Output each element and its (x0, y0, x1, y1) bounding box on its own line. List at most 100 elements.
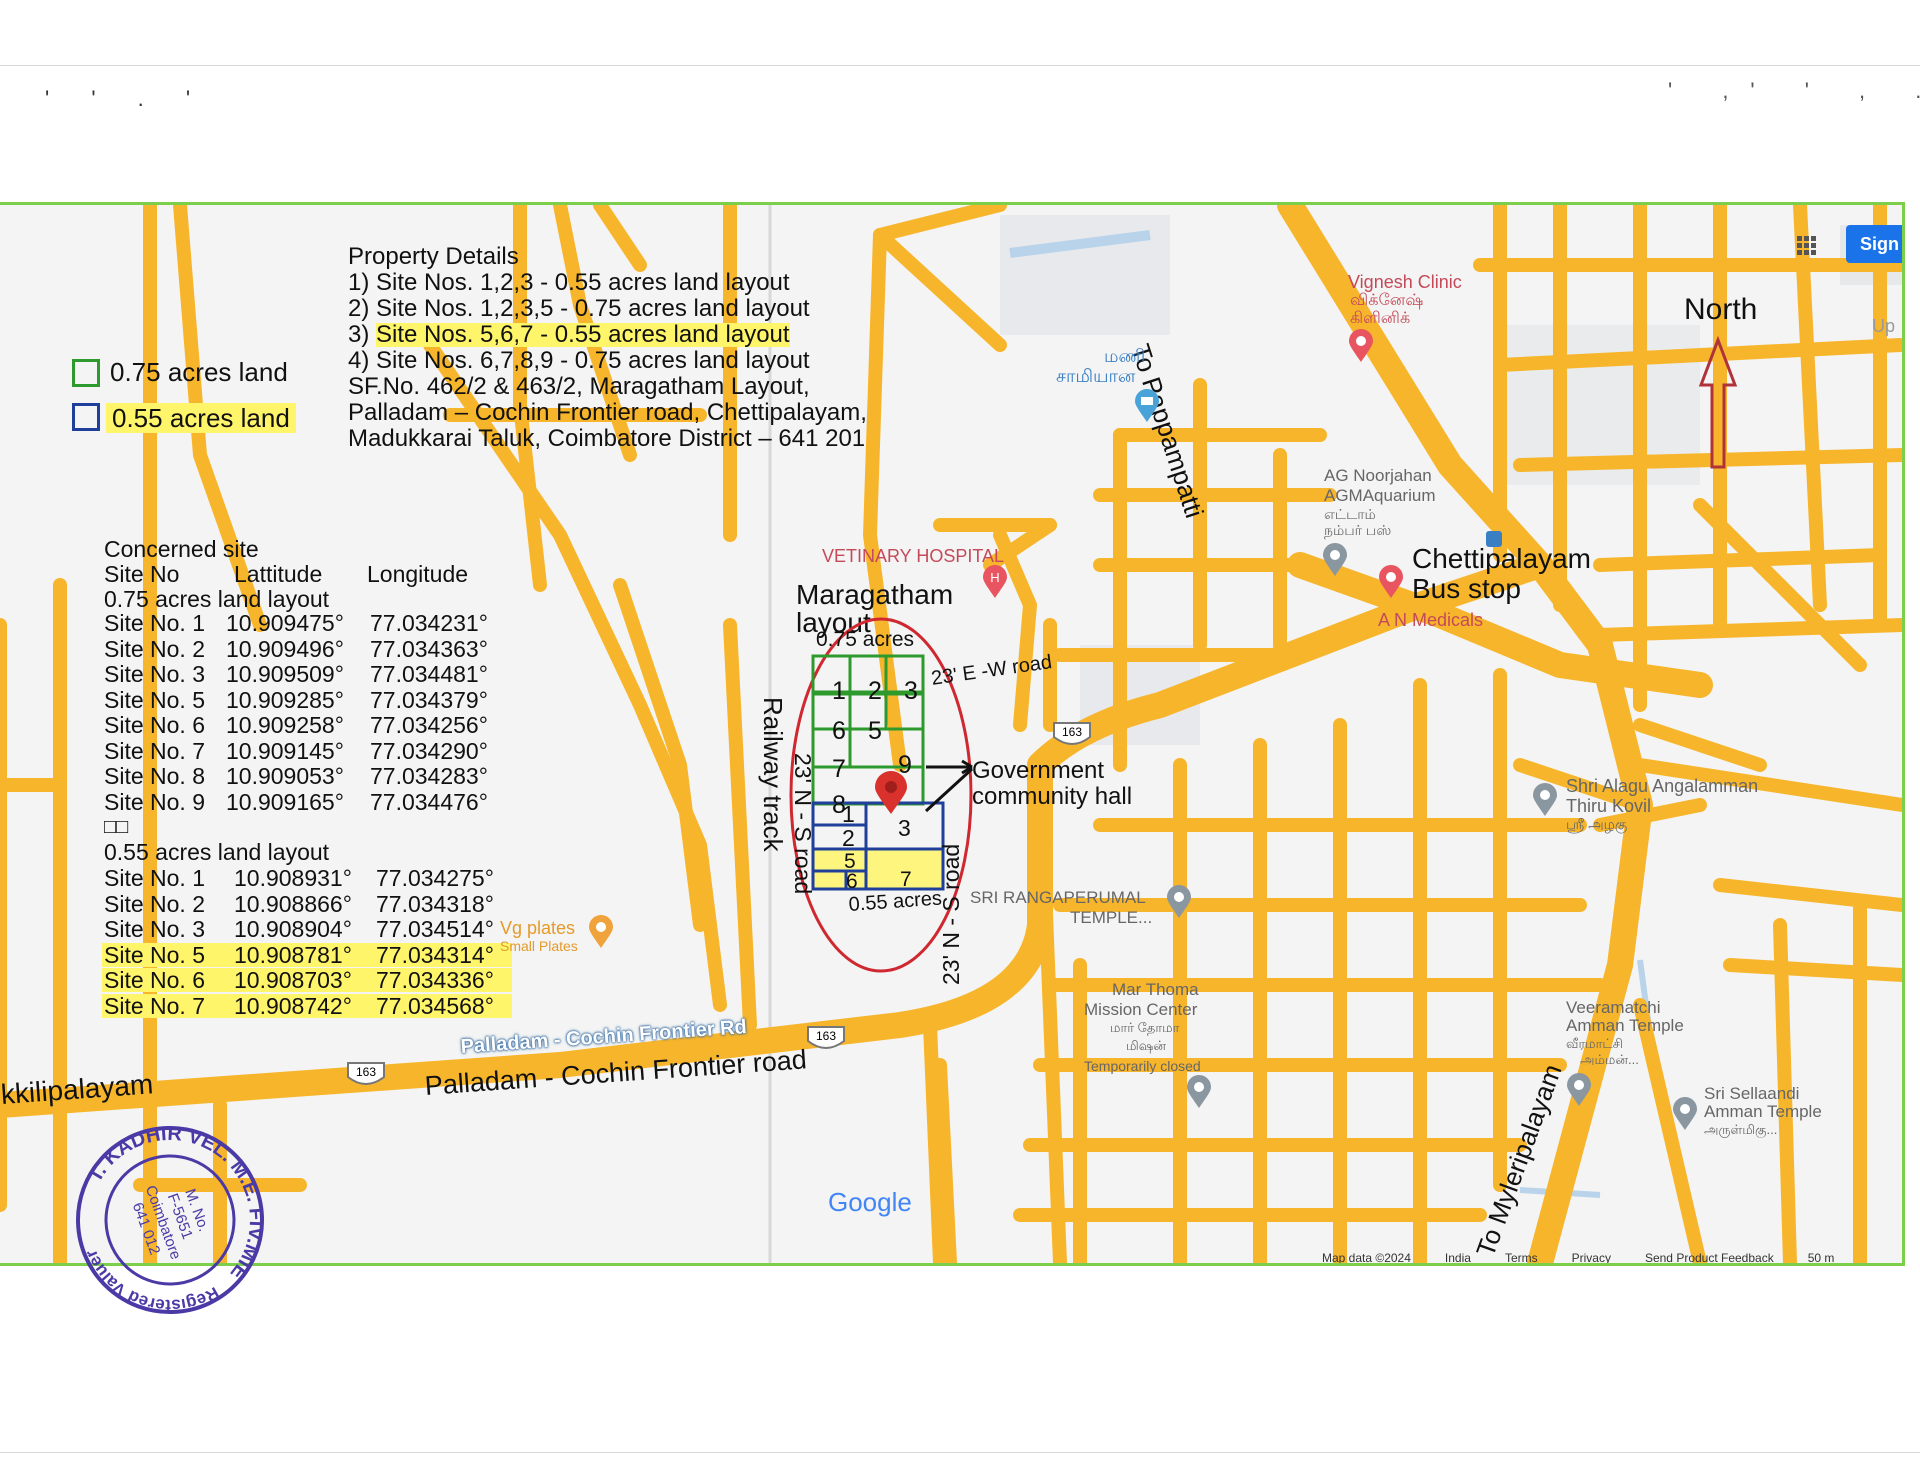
map-footer-item[interactable]: Map data ©2024 (1322, 1251, 1411, 1263)
sellaandi-tamil: அருள்மிகு... (1704, 1122, 1778, 1137)
vignesh-clinic-tamil-2: கிளினிக் (1350, 310, 1411, 327)
legend-blue-swatch (72, 403, 100, 431)
vet-hospital-label: VETINARY HOSPITAL (822, 546, 1005, 566)
top-rule (0, 65, 1920, 66)
svg-text:163: 163 (1062, 725, 1082, 739)
coord-site-no: Site No. 9 (104, 788, 205, 815)
ns-road-east-label: 23' N - S road (938, 843, 964, 985)
scan-mark-left: ' ' . ' (45, 86, 209, 111)
temple-pin-icon[interactable] (1166, 885, 1192, 919)
vignesh-clinic-label: Vignesh Clinic (1348, 272, 1462, 292)
plot-blue-2: 2 (842, 825, 855, 851)
temple-pin-icon[interactable] (1532, 783, 1558, 817)
coord-site-no: Site No. 5 (104, 686, 205, 713)
coord-longitude: 77.034290° (370, 737, 488, 764)
mar-thoma-status: Temporarily closed (1084, 1058, 1201, 1074)
property-title: Property Details (348, 243, 519, 270)
bus-stop-label: Bus stop (1412, 573, 1521, 604)
plot-green-2: 2 (868, 677, 882, 705)
plot-yellow-5: 5 (844, 850, 856, 873)
coord-latitude: 10.909285° (226, 686, 344, 713)
vg-plates-label: Vg plates (500, 918, 576, 938)
coord-site-no: Site No. 8 (104, 763, 205, 789)
valuer-stamp: T. KADHIR VEL. M.E. FIV.MIE Registered V… (70, 1110, 270, 1325)
coord-longitude: 77.034275° (376, 865, 494, 891)
gov-hall-label-2: community hall (972, 783, 1133, 810)
plot-green-3: 3 (904, 677, 918, 705)
vg-small-plates-label: Small Plates (500, 938, 578, 954)
plot-yellow-6: 6 (846, 870, 858, 893)
veeramatchi-tamil-2: அம்மன்... (1580, 1052, 1639, 1067)
clinic-pin-icon[interactable] (1348, 329, 1374, 363)
apps-grid-icon[interactable] (1796, 235, 1818, 257)
property-line-3: 3) Site Nos. 5,6,7 - 0.55 acres land lay… (348, 321, 790, 348)
coord-longitude: 77.034336° (376, 967, 494, 993)
coord-longitude: 77.034231° (370, 610, 488, 636)
ns-road-west-label: 23' N - S road (790, 753, 816, 895)
property-line-2: 2) Site Nos. 1,2,3,5 - 0.75 acres land l… (348, 295, 810, 322)
mani-tamil-1: மணி (1104, 346, 1146, 366)
coord-longitude: 77.034514° (376, 916, 494, 942)
coord-longitude: 77.034256° (370, 712, 488, 738)
coord-longitude: 77.034283° (370, 763, 488, 789)
shield-163-icon: 163 (1053, 722, 1091, 745)
bus-stop-name: Chettipalayam (1412, 543, 1591, 574)
plot-green-7: 7 (832, 755, 846, 783)
map-footer-item[interactable]: Send Product Feedback (1645, 1251, 1774, 1263)
veeramatchi-label-1: Veeramatchi (1566, 998, 1661, 1017)
gov-hall-pointer-arrows (924, 759, 974, 813)
coord-site-no: Site No. 7 (104, 737, 205, 764)
sellaandi-label-1: Sri Sellaandi (1704, 1084, 1800, 1103)
property-line-1: 1) Site Nos. 1,2,3 - 0.55 acres land lay… (348, 269, 790, 296)
plot-blue-3: 3 (898, 815, 911, 841)
legend-green-label: 0.75 acres land (110, 357, 288, 387)
map-footer-item[interactable]: 50 m (1808, 1251, 1835, 1263)
coord-latitude: 10.908904° (234, 916, 352, 942)
medicals-label: A N Medicals (1378, 610, 1484, 630)
alagu-temple-label-1: Shri Alagu Angalamman (1566, 776, 1759, 796)
map-footer-item[interactable]: India (1445, 1251, 1471, 1263)
medicals-pin-icon[interactable] (1378, 565, 1404, 599)
alagu-temple-label-2: Thiru Kovil (1566, 796, 1652, 816)
coord-latitude: 10.909496° (226, 635, 344, 662)
sign-in-label: Sign (1860, 234, 1899, 254)
coord-longitude: 77.034568° (376, 992, 494, 1019)
map-footer-item[interactable]: Privacy (1572, 1251, 1611, 1263)
coord-site-no: Site No. 5 (104, 941, 205, 968)
coords-header-lon: Longitude (367, 561, 469, 587)
rangaperumal-label-2: TEMPLE... (1070, 908, 1153, 927)
coord-site-no: Site No. 6 (104, 967, 205, 993)
ag-noorjahan-label: AG Noorjahan (1324, 466, 1432, 485)
svg-text:163: 163 (356, 1065, 376, 1079)
veeramatchi-label-2: Amman Temple (1566, 1016, 1684, 1035)
property-line-7: Madukkarai Taluk, Coimbatore District – … (348, 425, 866, 452)
coord-latitude: 10.908931° (234, 865, 352, 891)
aquarium-pin-icon[interactable] (1322, 543, 1348, 577)
temple-pin-icon[interactable] (1566, 1073, 1592, 1107)
hospital-pin-icon[interactable]: H (982, 565, 1008, 599)
svg-text:H: H (990, 570, 999, 585)
mar-thoma-label-2: Mission Center (1084, 1000, 1198, 1019)
sellaandi-label-2: Amman Temple (1704, 1102, 1822, 1121)
coord-site-no: Site No. 2 (104, 635, 205, 662)
camera-pin-icon[interactable] (1134, 389, 1160, 423)
plot-green-1: 1 (832, 677, 846, 705)
coord-longitude: 77.034476° (370, 788, 488, 815)
coord-longitude: 77.034314° (376, 941, 494, 968)
coords-header-site: Site No (104, 561, 180, 587)
mission-pin-icon[interactable] (1186, 1075, 1212, 1109)
coord-latitude: 10.908703° (234, 967, 352, 993)
coord-longitude: 77.034318° (376, 890, 494, 917)
plot-green-6: 6 (832, 717, 846, 745)
temple-pin-icon[interactable] (1672, 1097, 1698, 1131)
map-footer-item[interactable]: Terms (1505, 1251, 1538, 1263)
bottom-rule (0, 1452, 1920, 1453)
alagu-temple-tamil: ஸ்ரீ அழகு (1566, 816, 1628, 832)
site-location-pin-icon[interactable] (874, 771, 908, 815)
sign-in-button[interactable]: Sign (1846, 225, 1902, 263)
map-frame[interactable]: Property Details 1) Site Nos. 1,2,3 - 0.… (0, 202, 1905, 1266)
restaurant-pin-icon[interactable] (588, 915, 614, 949)
coord-site-no: Site No. 2 (104, 890, 205, 917)
acres-075-label: 0.75 acres (816, 628, 915, 651)
shield-163-icon: 163 (347, 1062, 385, 1085)
